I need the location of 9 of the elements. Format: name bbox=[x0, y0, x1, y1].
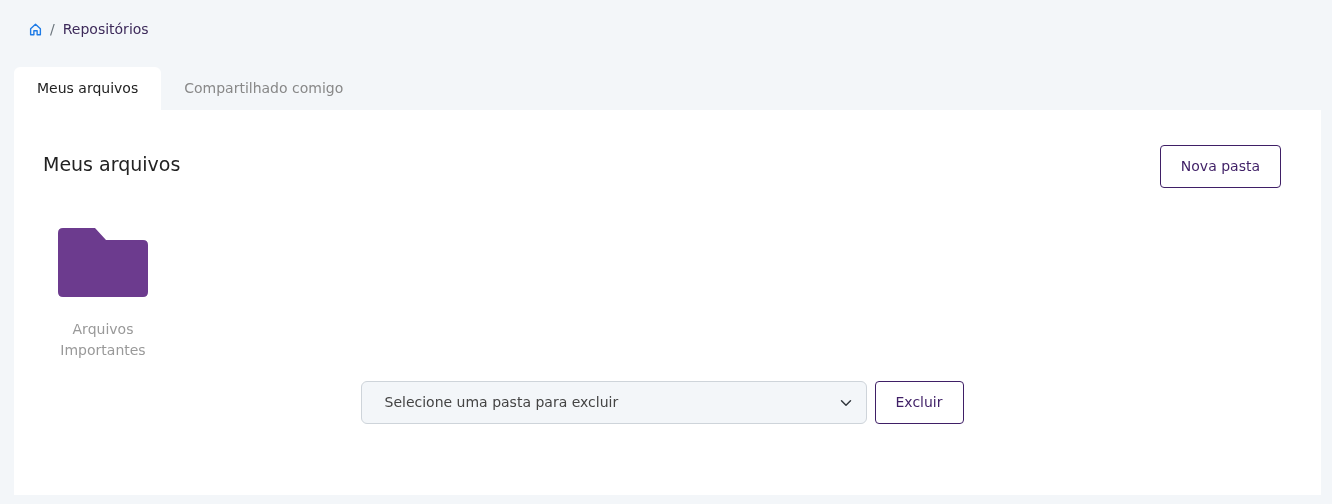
breadcrumb-separator: / bbox=[50, 19, 55, 39]
tab[interactable]: Meus arquivos bbox=[14, 67, 162, 110]
breadcrumb-item[interactable]: Repositórios bbox=[62, 18, 149, 40]
panel-title: Meus arquivos bbox=[43, 153, 181, 176]
folder-select[interactable]: Selecione uma pasta para excluir bbox=[360, 381, 867, 424]
new-folder-button[interactable]: Nova pasta bbox=[1159, 145, 1281, 188]
folder-icon[interactable] bbox=[58, 228, 148, 297]
delete-button[interactable]: Excluir bbox=[874, 381, 964, 424]
home-icon[interactable] bbox=[29, 22, 42, 36]
